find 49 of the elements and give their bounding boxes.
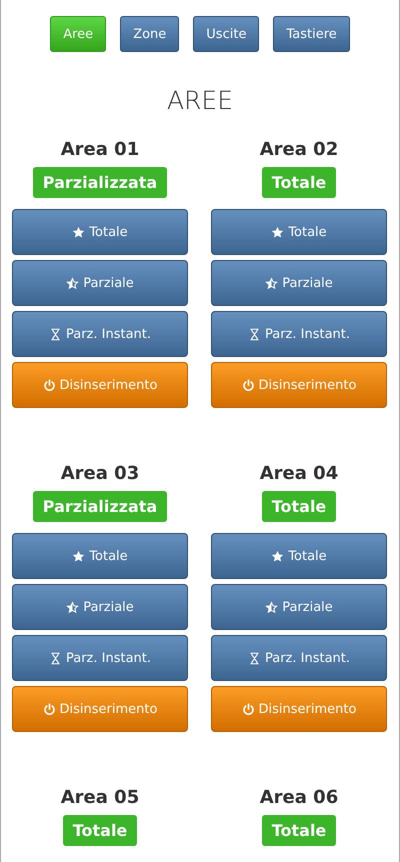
hourglass-icon <box>48 652 62 664</box>
arm-button[interactable]: Parz. Instant. <box>12 635 188 681</box>
area-title: Area 03 <box>60 462 140 486</box>
star-icon <box>271 226 284 238</box>
power-icon <box>242 702 255 716</box>
power-icon <box>42 702 56 716</box>
status-label: Totale <box>62 815 138 846</box>
area-title: Area 06 <box>260 786 338 810</box>
hourglass-icon <box>248 652 261 664</box>
arm-button[interactable]: Parz. Instant. <box>12 311 188 357</box>
half-star-icon <box>66 276 80 290</box>
half-star-icon <box>66 600 80 614</box>
half-star-icon <box>265 276 278 290</box>
tab[interactable]: Tastiere <box>273 16 350 52</box>
disarm-button[interactable]: Disinserimento <box>211 686 387 732</box>
status-label: Parzializzata <box>32 491 168 522</box>
status-label: Parzializzata <box>32 167 168 198</box>
tab[interactable]: Zone <box>120 16 180 52</box>
half-star-icon <box>265 600 278 614</box>
arm-button[interactable]: Parz. Instant. <box>211 635 387 681</box>
star-icon <box>72 550 86 562</box>
tab[interactable]: Aree <box>50 16 106 52</box>
disarm-button[interactable]: Disinserimento <box>211 362 387 408</box>
area-title: Area 02 <box>260 138 338 162</box>
power-icon <box>242 378 255 392</box>
area-title: Area 05 <box>60 786 140 810</box>
power-icon <box>42 378 56 392</box>
arm-button[interactable]: Totale <box>211 533 387 579</box>
disarm-button[interactable]: Disinserimento <box>12 362 188 408</box>
arm-button[interactable]: Totale <box>12 533 188 579</box>
arm-button[interactable]: Totale <box>12 209 188 255</box>
area-title: Area 01 <box>60 138 140 162</box>
star-icon <box>72 226 86 238</box>
tab[interactable]: Uscite <box>193 16 260 52</box>
hourglass-icon <box>248 328 261 340</box>
arm-button[interactable]: Parziale <box>12 260 188 306</box>
disarm-button[interactable]: Disinserimento <box>12 686 188 732</box>
arm-button[interactable]: Parziale <box>12 584 188 630</box>
area-title: Area 04 <box>260 462 338 486</box>
status-label: Totale <box>262 815 336 846</box>
page-title: AREE <box>166 86 234 116</box>
arm-button[interactable]: Parziale <box>211 260 387 306</box>
status-label: Totale <box>262 167 336 198</box>
arm-button[interactable]: Totale <box>211 209 387 255</box>
hourglass-icon <box>48 328 62 340</box>
arm-button[interactable]: Parz. Instant. <box>211 311 387 357</box>
star-icon <box>271 550 284 562</box>
arm-button[interactable]: Parziale <box>211 584 387 630</box>
status-label: Totale <box>262 491 336 522</box>
